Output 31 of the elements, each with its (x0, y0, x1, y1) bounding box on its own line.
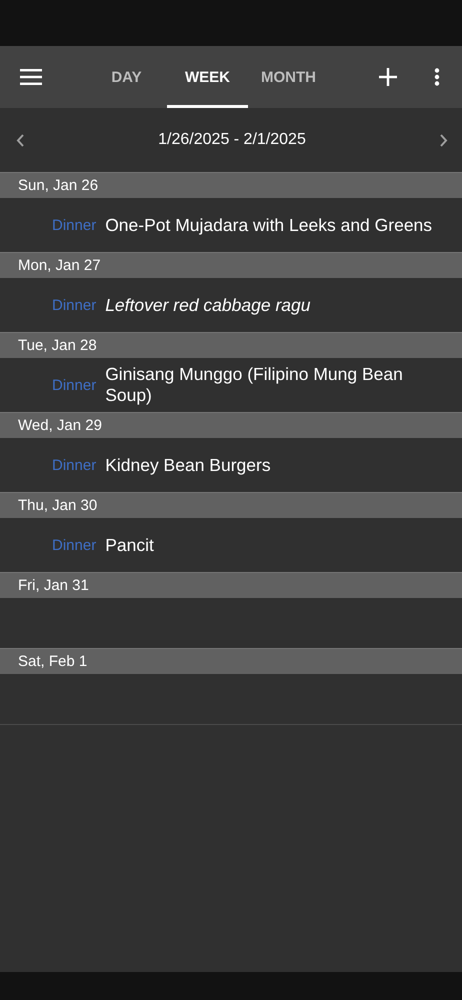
meal-type: Dinner (52, 456, 96, 474)
meal-row[interactable]: Dinner Pancit (0, 518, 462, 572)
meal-title: Ginisang Munggo (Filipino Mung Bean Soup) (105, 364, 404, 406)
more-icon (434, 68, 440, 86)
plus-icon (379, 68, 397, 86)
meal-row[interactable]: Dinner Kidney Bean Burgers (0, 438, 462, 492)
meal-type: Dinner (52, 216, 96, 234)
day-header: Mon, Jan 27 (0, 252, 462, 278)
previous-icon[interactable] (16, 134, 24, 146)
meal-title: Leftover red cabbage ragu (105, 294, 310, 316)
meal-type: Dinner (52, 536, 96, 554)
view-tab[interactable]: WEEK (167, 46, 248, 108)
meal-row[interactable]: Dinner One-Pot Mujadara with Leeks and Greens (0, 198, 462, 252)
meal-title: One-Pot Mujadara with Leeks and Greens (105, 214, 432, 236)
day-header: Tue, Jan 28 (0, 332, 462, 358)
next-icon[interactable] (440, 134, 448, 146)
day-header: Wed, Jan 29 (0, 412, 462, 438)
view-tab[interactable]: MONTH (248, 46, 329, 108)
view-tab[interactable]: DAY (86, 46, 167, 108)
day-header: Thu, Jan 30 (0, 492, 462, 518)
date-range: 1/26/2025 - 2/1/2025 (158, 131, 306, 149)
day-header: Sat, Feb 1 (0, 648, 462, 674)
meal-title: Kidney Bean Burgers (105, 454, 271, 476)
day-header: Sun, Jan 26 (0, 172, 462, 198)
meal-row[interactable]: Dinner Ginisang Munggo (Filipino Mung Bean Soup) (0, 358, 462, 412)
meal-type: Dinner (52, 296, 96, 314)
day-header: Fri, Jan 31 (0, 572, 462, 598)
meal-title: Pancit (105, 534, 154, 556)
meal-row[interactable]: Dinner Leftover red cabbage ragu (0, 278, 462, 332)
menu-icon (20, 69, 42, 85)
meal-type: Dinner (52, 376, 96, 394)
